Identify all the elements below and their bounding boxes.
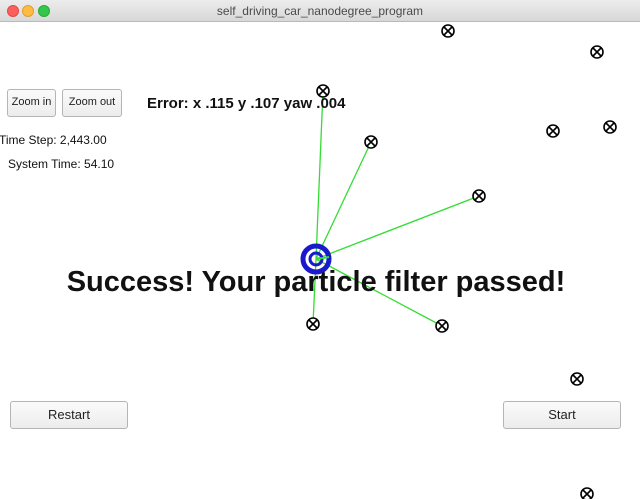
landmark-icon — [472, 189, 486, 203]
zoom-out-button[interactable]: Zoom out — [62, 89, 122, 117]
window-titlebar: self_driving_car_nanodegree_program — [0, 0, 640, 22]
landmark-icon — [570, 372, 584, 386]
window-title: self_driving_car_nanodegree_program — [216, 4, 424, 18]
start-button[interactable]: Start — [503, 401, 621, 429]
landmark-icon — [590, 45, 604, 59]
restart-button[interactable]: Restart — [10, 401, 128, 429]
system-time-readout: System Time: 54.10 — [8, 157, 115, 171]
landmark-icon — [435, 319, 449, 333]
observation-line — [315, 90, 324, 260]
landmark-icon — [603, 120, 617, 134]
error-readout: Error: x .115 y .107 yaw .004 — [147, 95, 346, 112]
landmark-icon — [546, 124, 560, 138]
time-step-readout: Time Step: 2,443.00 — [0, 133, 107, 147]
observation-line — [315, 195, 480, 260]
landmark-icon — [306, 317, 320, 331]
success-banner: Success! Your particle filter passed! — [66, 266, 566, 298]
landmark-icon — [441, 24, 455, 38]
zoom-in-button[interactable]: Zoom in — [7, 89, 56, 117]
landmark-icon — [364, 135, 378, 149]
landmark-icon — [580, 487, 594, 499]
